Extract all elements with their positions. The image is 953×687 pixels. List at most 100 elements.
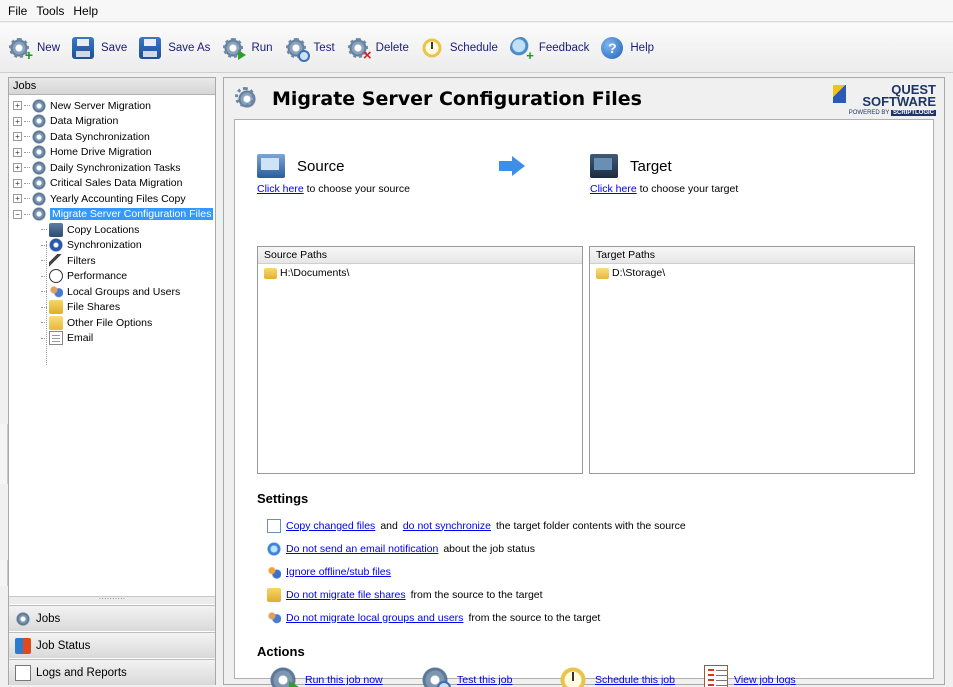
- source-paths-header: Source Paths: [258, 247, 582, 264]
- run-job-action[interactable]: Run this job now: [257, 665, 419, 687]
- expand-icon[interactable]: +: [13, 147, 22, 157]
- settings-heading: Settings: [257, 491, 309, 506]
- expand-icon[interactable]: +: [13, 178, 22, 188]
- nav-jobs-button[interactable]: Jobs: [9, 605, 215, 631]
- collapse-icon[interactable]: −: [13, 209, 22, 219]
- target-heading: Target: [630, 157, 672, 175]
- expand-icon[interactable]: +: [13, 101, 22, 111]
- save-as-button[interactable]: Save As: [139, 36, 210, 59]
- documents-folder-icon: [264, 267, 277, 279]
- test-button[interactable]: Test: [284, 36, 335, 62]
- users-icon: [49, 284, 63, 299]
- schedule-button[interactable]: Schedule: [420, 36, 498, 59]
- run-job-icon: [267, 665, 299, 687]
- logs-icon: [15, 664, 31, 681]
- tree-item-local-groups[interactable]: Local Groups and Users: [9, 284, 215, 300]
- main-panel: Migrate Server Configuration Files QUEST…: [223, 77, 945, 687]
- test-job-link[interactable]: Test this job: [457, 674, 512, 686]
- setting-shares-row: Do not migrate file shares from the sour…: [257, 583, 691, 606]
- jobs-panel-title: Jobs: [9, 78, 215, 95]
- expand-icon[interactable]: +: [13, 132, 22, 142]
- feedback-button[interactable]: Feedback: [509, 36, 589, 63]
- tree-item-copy-locations[interactable]: Copy Locations: [9, 222, 215, 238]
- filter-icon: [49, 253, 63, 268]
- help-button[interactable]: ? Help: [601, 36, 654, 59]
- menu-tools[interactable]: Tools: [36, 4, 64, 18]
- jobs-gear-icon: [15, 610, 31, 627]
- panel-splitter[interactable]: ··········: [9, 595, 215, 604]
- expand-icon[interactable]: +: [13, 163, 22, 173]
- job-gear-icon: [32, 114, 46, 129]
- synchronization-icon: [49, 238, 63, 253]
- setting-email-row: Do not send an email notification about …: [257, 537, 691, 560]
- source-paths-list[interactable]: Source Paths H:\Documents\: [257, 246, 583, 474]
- job-gear-icon: [32, 191, 46, 206]
- source-heading: Source: [297, 157, 345, 175]
- tree-item-job[interactable]: + Daily Synchronization Tasks: [9, 160, 215, 176]
- quest-logo-icon: [832, 85, 846, 103]
- tree-item-job[interactable]: + Data Migration: [9, 114, 215, 130]
- file-shares-link[interactable]: Do not migrate file shares: [286, 589, 406, 601]
- email-icon: [49, 331, 63, 346]
- target-path-row[interactable]: D:\Storage\: [590, 264, 914, 282]
- email-notification-link[interactable]: Do not send an email notification: [286, 543, 438, 555]
- copy-locations-icon: [49, 222, 63, 237]
- choose-source-link[interactable]: Click here: [257, 183, 304, 195]
- new-button[interactable]: New: [8, 36, 60, 63]
- copy-files-icon: [267, 518, 281, 533]
- offline-files-icon: [267, 564, 281, 579]
- delete-button[interactable]: Delete: [346, 36, 409, 64]
- ignore-offline-link[interactable]: Ignore offline/stub files: [286, 566, 391, 578]
- menu-file[interactable]: File: [8, 4, 27, 18]
- job-gear-icon: [32, 98, 46, 113]
- tree-item-job[interactable]: + New Server Migration: [9, 98, 215, 114]
- run-button[interactable]: Run: [222, 36, 273, 60]
- save-button[interactable]: Save: [72, 36, 127, 59]
- settings-section: Settings Copy changed files and do not s…: [257, 491, 691, 629]
- users-icon: [267, 610, 281, 625]
- tree-item-job[interactable]: + Data Synchronization: [9, 129, 215, 145]
- new-job-icon: [8, 36, 33, 63]
- run-job-link[interactable]: Run this job now: [305, 674, 383, 686]
- help-icon: ?: [601, 36, 624, 59]
- source-computer-icon: [257, 154, 285, 178]
- right-arrow-icon: [499, 156, 525, 176]
- schedule-job-link[interactable]: Schedule this job: [595, 674, 675, 686]
- tree-item-other-file-options[interactable]: Other File Options: [9, 315, 215, 331]
- file-share-icon: [49, 300, 63, 315]
- setting-offline-row: Ignore offline/stub files: [257, 560, 691, 583]
- target-paths-list[interactable]: Target Paths D:\Storage\: [589, 246, 915, 474]
- actions-heading: Actions: [257, 644, 305, 659]
- menu-help[interactable]: Help: [73, 4, 98, 18]
- tree-item-file-shares[interactable]: File Shares: [9, 300, 215, 316]
- view-logs-action[interactable]: View job logs: [704, 665, 796, 687]
- tree-item-job-selected[interactable]: − Migrate Server Configuration Files: [9, 207, 215, 223]
- target-computer-icon: [590, 154, 618, 178]
- job-content: Source Click here to choose your source …: [234, 119, 934, 687]
- copy-changed-files-link[interactable]: Copy changed files: [286, 520, 375, 532]
- jobs-tree: + New Server Migration + Data Migration + D…: [9, 95, 215, 365]
- job-status-icon: [15, 637, 31, 654]
- nav-logs-reports-button[interactable]: Logs and Reports: [9, 659, 215, 685]
- tree-item-filters[interactable]: Filters: [9, 253, 215, 269]
- source-path-row[interactable]: H:\Documents\: [258, 264, 582, 282]
- expand-icon[interactable]: +: [13, 116, 22, 126]
- tree-item-email[interactable]: Email: [9, 331, 215, 347]
- tree-item-job[interactable]: + Critical Sales Data Migration: [9, 176, 215, 192]
- test-job-action[interactable]: Test this job: [419, 665, 557, 687]
- tree-item-job[interactable]: + Yearly Accounting Files Copy: [9, 191, 215, 207]
- quest-logo: QUEST SOFTWARE POWERED BY SCRIPTLOGIC: [832, 83, 936, 116]
- tree-item-synchronization[interactable]: Synchronization: [9, 238, 215, 254]
- expand-icon[interactable]: +: [13, 194, 22, 204]
- choose-target-link[interactable]: Click here: [590, 183, 637, 195]
- do-not-synchronize-link[interactable]: do not synchronize: [403, 520, 491, 532]
- tree-item-performance[interactable]: Performance: [9, 269, 215, 285]
- jobs-panel: Jobs + New Server Migration + Data Migrati…: [8, 77, 216, 685]
- notification-icon: [267, 541, 281, 556]
- view-logs-link[interactable]: View job logs: [734, 674, 796, 686]
- page-title: Migrate Server Configuration Files: [272, 87, 642, 110]
- local-groups-link[interactable]: Do not migrate local groups and users: [286, 612, 463, 624]
- nav-job-status-button[interactable]: Job Status: [9, 632, 215, 658]
- tree-item-job[interactable]: + Home Drive Migration: [9, 145, 215, 161]
- schedule-job-action[interactable]: Schedule this job: [557, 665, 704, 687]
